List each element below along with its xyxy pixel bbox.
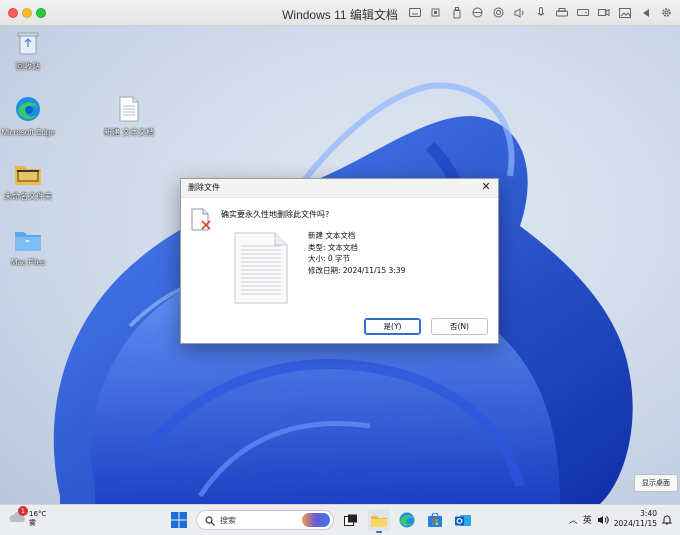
taskbar-clock[interactable]: 3:40 2024/11/15 <box>614 509 657 529</box>
desktop: 回收站 Microsoft Edge 新建 文本文档 未命名文件夹 Mac Fi… <box>0 26 680 504</box>
store-button[interactable] <box>424 509 446 531</box>
ime-indicator[interactable]: 英 <box>583 513 592 526</box>
delete-file-icon <box>191 208 213 236</box>
desktop-icon-mac-files[interactable]: Mac Files <box>0 228 56 268</box>
no-button[interactable]: 否(N) <box>431 318 488 335</box>
desktop-icon-edge[interactable]: Microsoft Edge <box>0 96 56 138</box>
window-titlebar: Windows 11 编辑文档 <box>0 0 680 26</box>
clock-time: 3:40 <box>640 509 657 518</box>
weather-description: 雾 <box>29 518 36 527</box>
weather-widget[interactable]: 1 16°C 雾 <box>8 506 47 528</box>
desktop-icon-folder[interactable]: 未命名文件夹 <box>0 162 56 202</box>
taskbar-search[interactable]: 搜索 <box>196 510 334 530</box>
camera-lens-icon[interactable] <box>491 5 506 20</box>
dialog-question: 确实要永久性地删除此文件吗? <box>221 210 330 219</box>
speaker-icon[interactable] <box>597 510 609 529</box>
back-arrow-icon[interactable] <box>638 5 653 20</box>
dialog-title: 删除文件 <box>188 183 220 192</box>
microphone-icon[interactable] <box>533 5 548 20</box>
chevron-up-icon[interactable]: ︿ <box>569 513 578 526</box>
text-document-icon <box>101 96 157 126</box>
notification-badge: 1 <box>18 506 28 516</box>
file-thumbnail-icon <box>234 232 288 308</box>
task-view-icon <box>344 514 357 526</box>
show-desktop-tooltip: 显示桌面 <box>634 474 678 492</box>
edge-icon <box>0 96 56 126</box>
desktop-icon-label: Microsoft Edge <box>1 128 55 137</box>
gear-icon[interactable] <box>659 5 674 20</box>
file-size: 大小: 0 字节 <box>308 254 351 263</box>
desktop-icon-label: 未命名文件夹 <box>4 192 52 201</box>
vm-toolbar <box>407 5 674 20</box>
file-explorer-icon <box>371 515 387 527</box>
desktop-icon-recycle-bin[interactable]: 回收站 <box>0 30 56 72</box>
taskbar: 1 16°C 雾 搜索 ︿ 英 3:40 2024/11/15 <box>0 504 680 535</box>
delete-file-dialog: 删除文件 ✕ 确实要永久性地删除此文件吗? 新建 文本文档 类型: 文本文档 大… <box>180 178 499 344</box>
bell-icon[interactable] <box>661 510 673 529</box>
outlook-icon <box>455 514 471 526</box>
cpu-icon[interactable] <box>428 5 443 20</box>
file-type: 类型: 文本文档 <box>308 242 358 252</box>
hard-disk-icon[interactable] <box>575 5 590 20</box>
screenshot-icon[interactable] <box>617 5 632 20</box>
store-icon <box>428 512 442 527</box>
recycle-bin-icon <box>0 30 56 60</box>
search-placeholder: 搜索 <box>220 515 236 525</box>
file-modified-date: 修改日期: 2024/11/15 3:39 <box>308 265 406 275</box>
edge-taskbar-button[interactable] <box>396 509 418 531</box>
printer-icon[interactable] <box>554 5 569 20</box>
video-camera-icon[interactable] <box>596 5 611 20</box>
dialog-close-button[interactable]: ✕ <box>480 181 492 193</box>
file-name: 新建 文本文档 <box>308 231 356 240</box>
system-tray: ︿ 英 3:40 2024/11/15 <box>569 509 673 529</box>
desktop-icon-label: Mac Files <box>10 258 46 267</box>
search-icon <box>205 511 215 530</box>
file-properties: 新建 文本文档 类型: 文本文档 大小: 0 字节 修改日期: 2024/11/… <box>308 230 405 276</box>
desktop-icon-text-document[interactable]: 新建 文本文档 <box>101 96 157 138</box>
yes-button[interactable]: 是(Y) <box>364 318 421 335</box>
start-button[interactable] <box>168 509 190 531</box>
keyboard-icon[interactable] <box>407 5 422 20</box>
network-icon[interactable] <box>470 5 485 20</box>
taskbar-apps: 搜索 <box>168 509 474 533</box>
weather-cloud-icon: 1 <box>8 506 28 528</box>
folder-icon <box>0 162 56 190</box>
desktop-icon-label: 回收站 <box>16 62 40 71</box>
clock-date: 2024/11/15 <box>613 519 657 528</box>
outlook-button[interactable] <box>452 509 474 531</box>
desktop-icon-label: 新建 文本文档 <box>103 128 155 137</box>
search-highlight-image <box>302 513 330 527</box>
weather-temperature: 16°C <box>29 509 47 518</box>
speaker-icon[interactable] <box>512 5 527 20</box>
usb-drive-icon[interactable] <box>449 5 464 20</box>
task-view-button[interactable] <box>340 509 362 531</box>
file-explorer-button[interactable] <box>368 509 390 533</box>
edge-icon <box>399 512 415 528</box>
mac-folder-icon <box>0 228 56 256</box>
windows-logo-icon <box>171 512 187 528</box>
